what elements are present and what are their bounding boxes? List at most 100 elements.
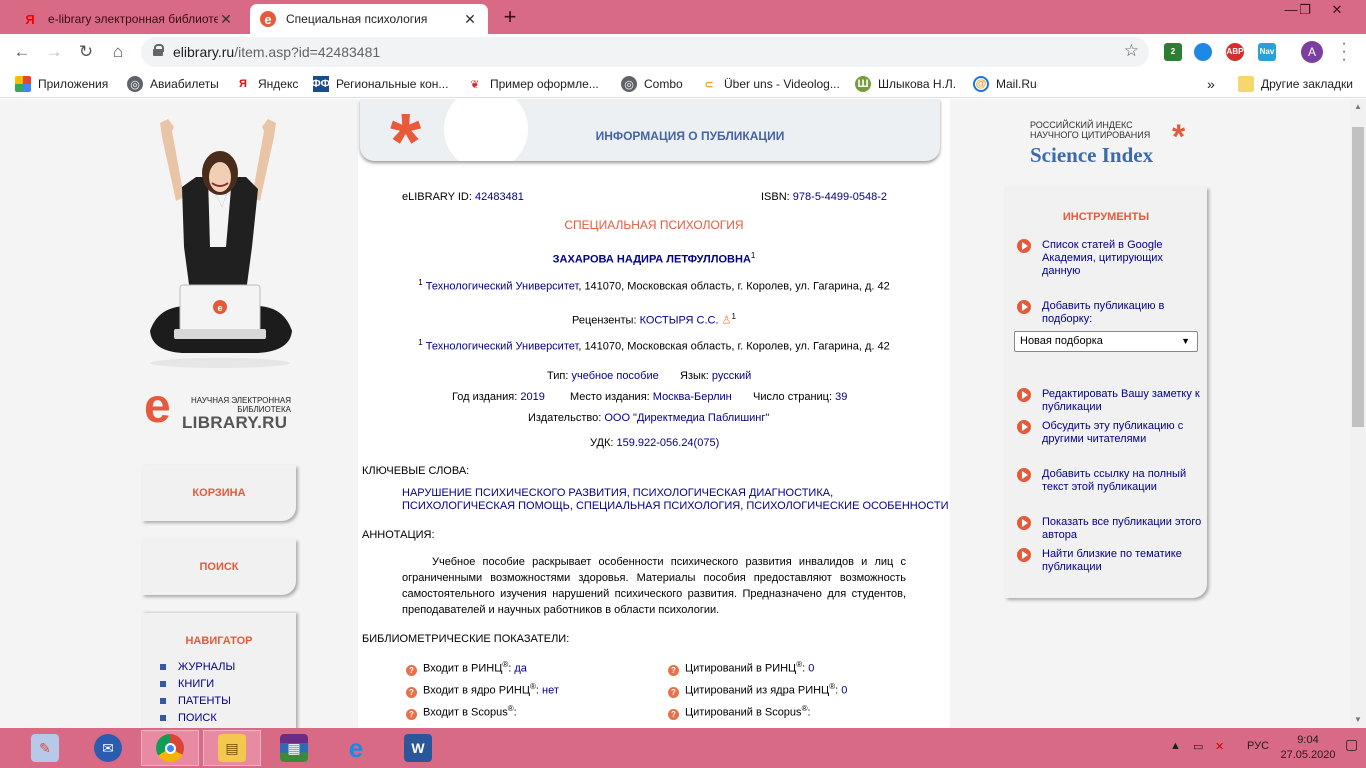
elibrary-logo[interactable]: e НАУЧНАЯ ЭЛЕКТРОННАЯ БИБЛИОТЕКА LIBRARY… (144, 383, 304, 436)
bookmark-yandex[interactable]: Я Яндекс (235, 76, 298, 92)
tool-add-fulltext-link[interactable]: Добавить ссылку на полный текст этой пуб… (1017, 468, 1203, 494)
tool-author-publications[interactable]: Показать все публикации этого автора (1017, 516, 1203, 542)
metric-citations-rinc: ? Цитирований в РИНЦ®: 0 (668, 660, 814, 676)
bookmark-avia[interactable]: ◎ Авиабилеты (127, 76, 219, 92)
adblock-extension-icon[interactable]: ABP (1226, 43, 1244, 61)
tab-title: Специальная психология (286, 12, 428, 26)
scroll-down-icon[interactable]: ▼ (1350, 712, 1366, 728)
back-arrow-icon[interactable]: ← (10, 40, 34, 64)
org-link[interactable]: Технологический Университет (426, 341, 579, 353)
globe-icon: ◎ (621, 76, 637, 92)
mail-icon: @ (973, 76, 989, 92)
network-icon[interactable]: ▭ (1193, 740, 1203, 753)
si-title: Science Index (1030, 143, 1154, 167)
bookmark-videolog[interactable]: ⊂ Über uns - Videolog... (701, 76, 839, 92)
tool-similar-publications[interactable]: Найти близкие по тематике публикации (1017, 548, 1203, 574)
bookmark-star-icon[interactable]: ☆ (1124, 41, 1139, 61)
tool-discuss[interactable]: Обсудить эту публикацию с другими читате… (1017, 420, 1203, 446)
puzzle-extension-icon[interactable]: 2 (1164, 43, 1182, 61)
help-icon[interactable]: ? (406, 708, 417, 720)
author[interactable]: ЗАХАРОВА НАДИРА ЛЕТФУЛЛОВНА1 (358, 251, 950, 266)
science-index-logo[interactable]: РОССИЙСКИЙ ИНДЕКС НАУЧНОГО ЦИТИРОВАНИЯ Sc… (1030, 120, 1210, 170)
notifications-icon[interactable]: ▢ (1345, 736, 1358, 753)
biblio-label: БИБЛИОМЕТРИЧЕСКИЕ ПОКАЗАТЕЛИ: (362, 633, 570, 645)
home-icon[interactable]: ⌂ (106, 40, 130, 64)
cart-button[interactable]: КОРЗИНА (142, 465, 296, 521)
apps-grid-icon (15, 76, 31, 92)
clock[interactable]: 9:04 27.05.2020 (1280, 733, 1336, 763)
close-tab-icon[interactable]: ✕ (462, 11, 478, 28)
tool-add-to-collection[interactable]: Добавить публикацию в подборку: (1017, 300, 1203, 326)
play-arrow-icon (1017, 388, 1031, 402)
speaker-muted-icon[interactable]: ✕ (1215, 740, 1224, 753)
scroll-up-icon[interactable]: ▲ (1350, 99, 1366, 115)
collection-select[interactable]: Новая подборка ▼ (1014, 331, 1198, 352)
keywords-line-2[interactable]: ПСИХОЛОГИЧЕСКАЯ ПОМОЩЬ, СПЕЦИАЛЬНАЯ ПСИХ… (402, 500, 949, 513)
logo-e-icon: e (144, 380, 171, 433)
metric-rinc: ? Входит в РИНЦ®: да (406, 660, 527, 676)
tools-panel: ИНСТРУМЕНТЫ Список статей в Google Акаде… (1005, 187, 1207, 598)
bookmarks-bar: Приложения ◎ Авиабилеты Я Яндекс РФФИ Регио… (0, 70, 1366, 98)
nav-item-patents[interactable]: ПАТЕНТЫ (160, 695, 231, 707)
tray-up-arrow-icon[interactable]: ▲ (1170, 740, 1181, 752)
help-icon[interactable]: ? (668, 708, 679, 720)
close-tab-icon[interactable]: ✕ (218, 11, 234, 28)
tab-special-psychology[interactable]: e Специальная психология ✕ (250, 4, 488, 34)
bookmark-example[interactable]: ❦ Пример оформле... (467, 76, 598, 92)
tab-strip: Я e-library электронная библиотека ✕ e С… (0, 0, 1366, 34)
search-button[interactable]: ПОИСК (142, 539, 296, 595)
bookmarks-more-icon[interactable]: » (1207, 76, 1215, 92)
page-scrollbar[interactable]: ▲ ▼ (1350, 99, 1366, 728)
taskbar-chrome[interactable] (141, 730, 199, 766)
publisher-link[interactable]: ООО "Директмедиа Паблишинг" (604, 412, 769, 424)
tool-edit-note[interactable]: Редактировать Вашу заметку к публикации (1017, 388, 1203, 414)
nav-item-search[interactable]: ПОИСК (160, 712, 217, 724)
publisher: Издательство: ООО "Директмедиа Паблишинг… (528, 412, 770, 424)
tab-elibrary[interactable]: Я e-library электронная библиотека ✕ (12, 4, 244, 34)
keywords-label: КЛЮЧЕВЫЕ СЛОВА: (362, 465, 470, 477)
reviewer-link[interactable]: КОСТЫРЯ С.С. (640, 315, 719, 327)
taskbar-word[interactable]: W (389, 730, 447, 766)
url-text[interactable]: elibrary.ru/item.asp?id=42483481 (173, 44, 380, 60)
menu-kebab-icon[interactable]: · · · (1336, 36, 1352, 68)
nav-extension-icon[interactable]: Nav (1258, 43, 1276, 61)
scroll-thumb[interactable] (1352, 127, 1364, 427)
help-icon[interactable]: ? (668, 686, 679, 698)
taskbar-paint[interactable]: ✎ (16, 730, 74, 766)
reload-icon[interactable]: ↻ (74, 40, 98, 64)
bookmark-mailru[interactable]: @ Mail.Ru (973, 76, 1037, 92)
language-indicator[interactable]: РУС (1247, 740, 1269, 752)
tab-title: e-library электронная библиотека (48, 12, 218, 26)
browser-toolbar: ← → ↻ ⌂ elibrary.ru/item.asp?id=42483481… (0, 34, 1366, 70)
help-icon[interactable]: ? (668, 664, 679, 676)
taskbar-ie[interactable]: e (327, 730, 385, 766)
tool-google-scholar[interactable]: Список статей в Google Академия, цитирую… (1017, 239, 1203, 278)
nav-item-books[interactable]: КНИГИ (160, 678, 214, 690)
pub-language: Язык: русский (680, 370, 752, 382)
nav-item-journals[interactable]: ЖУРНАЛЫ (160, 661, 235, 673)
bookmark-apps[interactable]: Приложения (15, 76, 108, 92)
help-icon[interactable]: ? (406, 686, 417, 698)
taskbar-winrar[interactable]: ▦ (265, 730, 323, 766)
archive-icon: ▦ (280, 734, 308, 762)
keywords-line-1[interactable]: НАРУШЕНИЕ ПСИХИЧЕСКОГО РАЗВИТИЯ, ПСИХОЛО… (402, 487, 833, 500)
window-close-icon[interactable]: ✕ (1322, 0, 1352, 20)
cloud-extension-icon[interactable] (1194, 43, 1212, 61)
bookmark-regional[interactable]: РФФИ Региональные кон... (304, 76, 448, 92)
help-icon[interactable]: ? (406, 664, 417, 676)
forward-arrow-icon[interactable]: → (42, 40, 66, 64)
ie-icon: e (348, 732, 364, 763)
taskbar-thunderbird[interactable]: ✉ (79, 730, 137, 766)
bookmark-shlykova[interactable]: Ш Шлыкова Н.Л. (855, 76, 956, 92)
bookmark-other[interactable]: Другие закладки (1238, 76, 1353, 92)
profile-avatar[interactable]: A (1301, 41, 1323, 63)
address-bar[interactable]: elibrary.ru/item.asp?id=42483481 ☆ (141, 37, 1149, 67)
taskbar-explorer[interactable]: ▤ (203, 730, 261, 766)
red-icon: ❦ (470, 78, 480, 91)
restore-icon[interactable]: ❐ (1290, 0, 1320, 20)
org-link[interactable]: Технологический Университет (426, 281, 579, 293)
play-arrow-icon (1017, 239, 1031, 253)
new-tab-icon[interactable]: + (498, 6, 522, 30)
publication-header: * ИНФОРМАЦИЯ О ПУБЛИКАЦИИ (360, 99, 940, 161)
bookmark-combo[interactable]: ◎ Combo (621, 76, 683, 92)
